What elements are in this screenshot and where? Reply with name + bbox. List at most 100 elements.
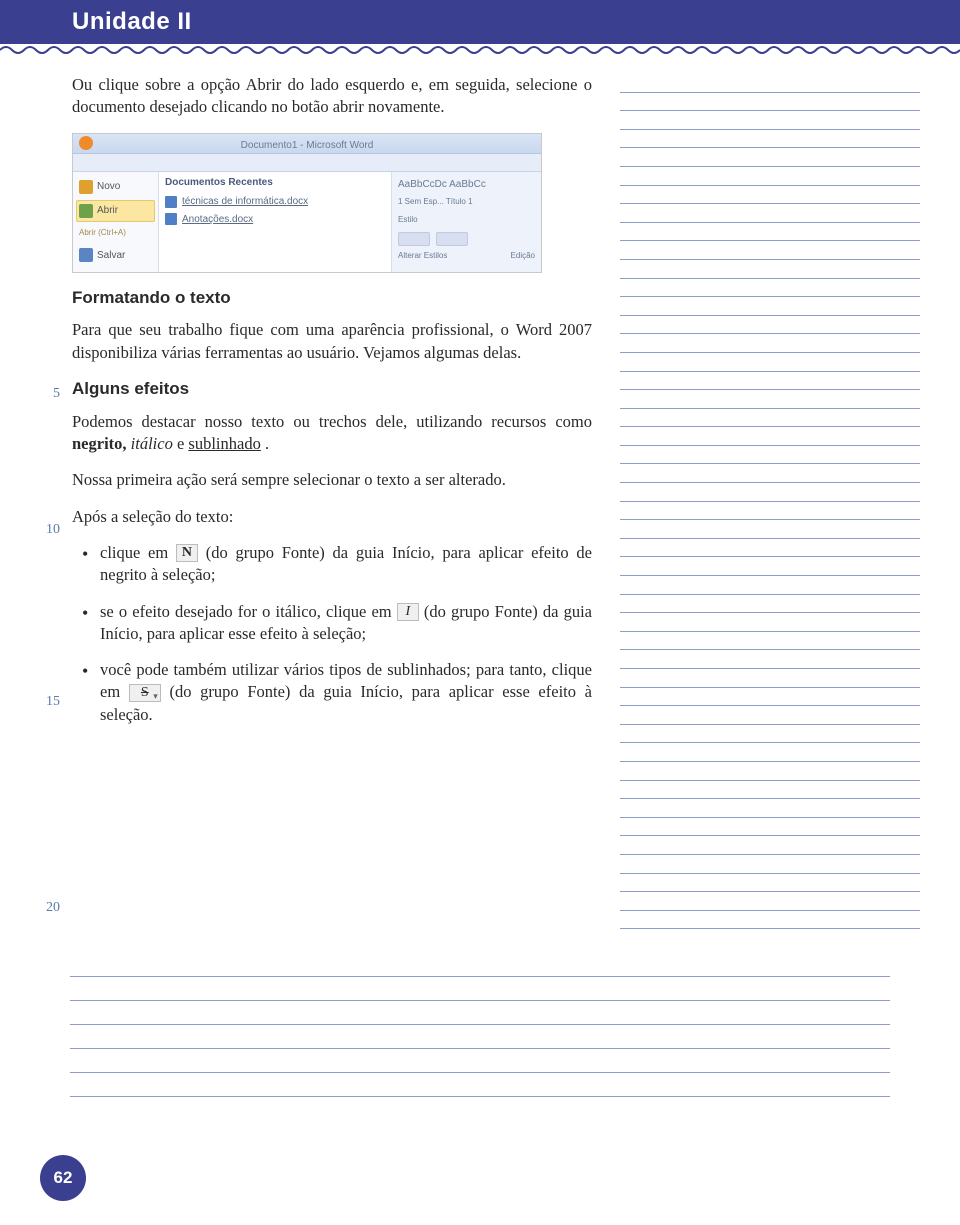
line-number-gutter: 5 10 15 20 xyxy=(30,74,72,929)
figure-styles-preview: AaBbCcDc AaBbCc xyxy=(398,178,535,192)
note-line xyxy=(620,167,920,186)
note-line xyxy=(620,297,920,316)
note-line xyxy=(620,725,920,744)
figure-menu-novo: Novo xyxy=(76,176,155,198)
note-line xyxy=(620,427,920,446)
text-run: se o efeito desejado for o itálico, cliq… xyxy=(100,602,397,621)
note-line xyxy=(70,953,890,977)
list-item-italic: se o efeito desejado for o itálico, cliq… xyxy=(72,601,592,646)
note-line xyxy=(70,977,890,1001)
note-line xyxy=(620,650,920,669)
list-item-bold: clique em N (do grupo Fonte) da guia Iní… xyxy=(72,542,592,587)
figure-editing-button xyxy=(436,232,468,246)
text-bold-sample: negrito, xyxy=(72,434,127,453)
figure-titlebar: Documento1 - Microsoft Word xyxy=(73,134,541,154)
margin-notes-area xyxy=(592,74,920,929)
note-line xyxy=(70,1049,890,1073)
note-line xyxy=(620,576,920,595)
note-line xyxy=(620,93,920,112)
note-line xyxy=(620,148,920,167)
note-line xyxy=(620,855,920,874)
page-number-badge: 62 xyxy=(40,1155,86,1201)
note-line xyxy=(620,223,920,242)
figure-btn-label: Alterar Estilos xyxy=(398,251,447,262)
figure-recent-docs: Documentos Recentes técnicas de informát… xyxy=(159,172,391,272)
note-line xyxy=(620,130,920,149)
note-line xyxy=(620,911,920,930)
note-line xyxy=(620,260,920,279)
note-line xyxy=(620,372,920,391)
line-number-5: 5 xyxy=(53,386,60,402)
note-line xyxy=(620,762,920,781)
note-line xyxy=(70,1025,890,1049)
paragraph-after-selection: Após a seleção do texto: xyxy=(72,506,592,528)
italic-button-icon: I xyxy=(397,603,419,621)
note-line xyxy=(620,316,920,335)
figure-edit-label: Edição xyxy=(511,251,535,262)
figure-change-styles-button xyxy=(398,232,430,246)
paragraph-first-action: Nossa primeira ação será sempre selecion… xyxy=(72,469,592,491)
note-line xyxy=(620,557,920,576)
figure-menu-salvar: Salvar xyxy=(76,244,155,266)
header-band: Unidade II xyxy=(0,0,960,44)
figure-styles-panel: AaBbCcDc AaBbCc 1 Sem Esp... Título 1 Es… xyxy=(391,172,541,272)
figure-recent-item-2-label: Anotações.docx xyxy=(182,213,253,227)
bullet-list-effects: clique em N (do grupo Fonte) da guia Iní… xyxy=(72,542,592,726)
figure-menu-salvar-label: Salvar xyxy=(97,249,125,263)
note-line xyxy=(620,818,920,837)
text-underline-sample: sublinhado xyxy=(188,434,260,453)
note-line xyxy=(620,279,920,298)
line-number-10: 10 xyxy=(46,522,60,538)
figure-recent-header: Documentos Recentes xyxy=(165,176,385,190)
note-line xyxy=(620,483,920,502)
figure-recent-item-1: técnicas de informática.docx xyxy=(165,193,385,211)
note-line xyxy=(620,836,920,855)
note-line xyxy=(70,1001,890,1025)
note-line xyxy=(620,204,920,223)
note-line xyxy=(620,334,920,353)
note-line xyxy=(620,390,920,409)
line-number-20: 20 xyxy=(46,900,60,916)
note-line xyxy=(620,781,920,800)
figure-menu-abrir-label: Abrir xyxy=(97,204,118,218)
text-run: e xyxy=(177,434,188,453)
note-line xyxy=(620,186,920,205)
document-icon xyxy=(79,180,93,194)
text-italic-sample: itálico xyxy=(131,434,173,453)
figure-recent-item-1-label: técnicas de informática.docx xyxy=(182,195,308,209)
figure-menu-abrir: Abrir xyxy=(76,200,155,222)
note-line xyxy=(620,409,920,428)
figure-menu-tooltip: Abrir (Ctrl+A) xyxy=(76,224,155,243)
document-icon xyxy=(165,213,177,225)
note-line xyxy=(620,241,920,260)
note-line xyxy=(620,74,920,93)
bottom-notes-area xyxy=(70,953,890,1097)
note-line xyxy=(620,520,920,539)
note-line xyxy=(620,539,920,558)
figure-menu-salvar-como: Salvar como xyxy=(76,268,155,272)
paragraph-intro: Ou clique sobre a opção Abrir do lado es… xyxy=(72,74,592,119)
text-run: Podemos destacar nosso texto ou trechos … xyxy=(72,412,592,431)
note-line xyxy=(620,111,920,130)
figure-menu-novo-label: Novo xyxy=(97,180,120,194)
note-line xyxy=(620,799,920,818)
heading-effects: Alguns efeitos xyxy=(72,378,592,401)
underline-button-icon: S xyxy=(129,684,161,702)
paragraph-effects: Podemos destacar nosso texto ou trechos … xyxy=(72,411,592,456)
text-run: clique em xyxy=(100,543,176,562)
paragraph-formatting: Para que seu trabalho fique com uma apar… xyxy=(72,319,592,364)
figure-window-title: Documento1 - Microsoft Word xyxy=(241,136,374,156)
figure-styles-labels: 1 Sem Esp... Título 1 xyxy=(398,196,535,210)
note-line xyxy=(620,502,920,521)
page-header-title: Unidade II xyxy=(72,8,192,36)
figure-word-open-menu: Documento1 - Microsoft Word Novo Abrir A… xyxy=(72,133,542,273)
heading-formatting: Formatando o texto xyxy=(72,287,592,310)
figure-recent-item-2: Anotações.docx xyxy=(165,211,385,229)
text-run: . xyxy=(265,434,269,453)
note-line xyxy=(620,874,920,893)
figure-styles-group: Estilo xyxy=(398,214,535,228)
note-line xyxy=(620,353,920,372)
document-icon xyxy=(165,196,177,208)
note-line xyxy=(620,464,920,483)
text-run: (do grupo Fonte) da guia Início, para ap… xyxy=(100,682,592,723)
